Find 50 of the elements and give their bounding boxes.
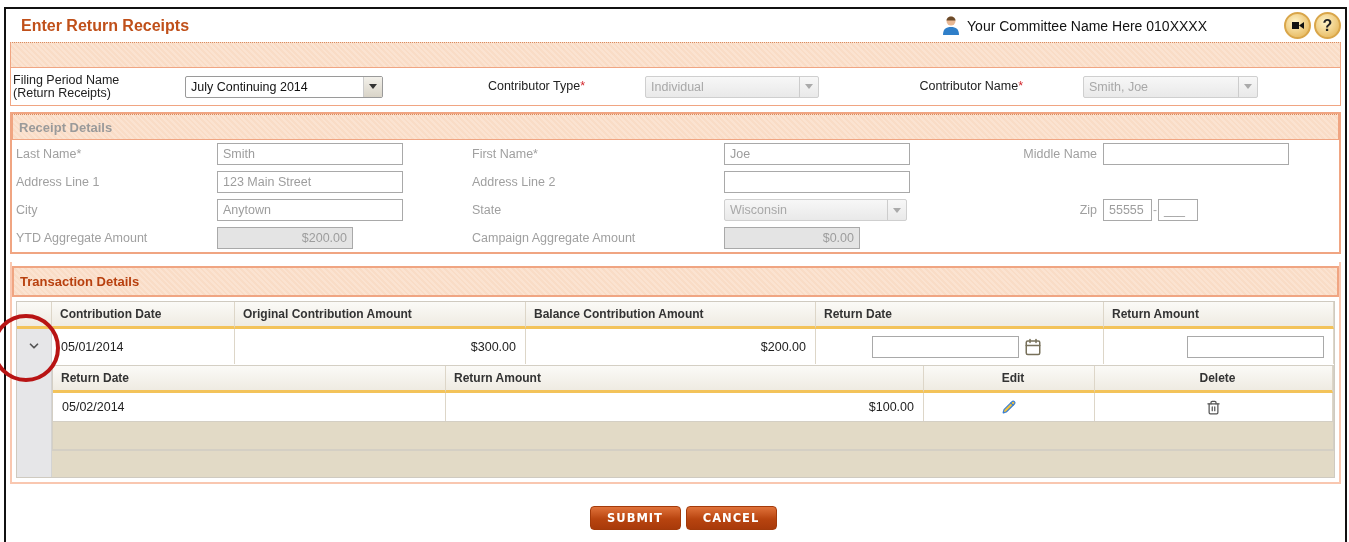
field-label: Contributor Type* — [486, 80, 586, 93]
field-label: Last Name* — [16, 147, 83, 161]
field-label: First Name* — [472, 147, 539, 161]
column-header: Return Amount — [446, 366, 924, 393]
page-title: Enter Return Receipts — [21, 16, 191, 35]
column-header: Return Amount — [1104, 302, 1334, 329]
committee-name: Your Committee Name Here 010XXXX — [967, 17, 1207, 34]
section-header: Transaction Details — [12, 266, 1339, 297]
field-label: Middle Name — [1022, 147, 1098, 161]
column-header: Return Date — [816, 302, 1104, 329]
column-header: Original Contribution Amount — [235, 302, 526, 329]
field-label: Zip — [1078, 203, 1098, 217]
dropdown-arrow-icon — [893, 207, 901, 213]
video-button[interactable] — [1284, 12, 1311, 39]
table-cell: $200.00 — [526, 329, 816, 364]
field-label: City — [16, 203, 39, 217]
amount-field[interactable] — [1187, 335, 1324, 358]
column-header: Return Date — [53, 366, 446, 393]
field-label: State — [472, 203, 503, 217]
date-field[interactable] — [872, 335, 1019, 358]
edit-icon[interactable] — [1002, 400, 1016, 414]
annotation-circle — [0, 314, 60, 382]
table-cell: $300.00 — [235, 329, 526, 364]
dropdown-field[interactable]: July Continuing 2014 — [185, 75, 383, 98]
column-header: Contribution Date — [52, 302, 235, 329]
field-label: Filing Period Name (Return Receipts) — [13, 73, 121, 100]
submit-button[interactable]: SUBMIT — [589, 506, 681, 530]
field-label: Address Line 2 — [472, 175, 557, 189]
expand-toggle[interactable] — [17, 329, 52, 477]
column-header: Balance Contribution Amount — [526, 302, 816, 329]
dropdown-arrow-icon — [369, 84, 377, 89]
field-label: Address Line 1 — [16, 175, 101, 189]
user-icon — [943, 16, 960, 35]
column-header: Delete — [1095, 366, 1333, 393]
calendar-icon[interactable] — [1024, 337, 1042, 356]
table-cell: 05/01/2014 — [52, 329, 235, 364]
dropdown-arrow-icon — [1244, 84, 1252, 89]
help-button[interactable]: ? — [1314, 12, 1341, 39]
text-field[interactable] — [1103, 143, 1289, 165]
zip-separator: - — [1153, 203, 1157, 217]
field-label: Contributor Name* — [918, 80, 1024, 93]
section-header: Receipt Details — [12, 114, 1339, 140]
column-header: Edit — [924, 366, 1095, 393]
cancel-button[interactable]: CANCEL — [685, 506, 777, 530]
text-field[interactable] — [724, 171, 910, 193]
video-camera-icon — [1291, 21, 1304, 30]
delete-icon[interactable] — [1206, 399, 1221, 415]
dropdown-arrow-icon — [805, 84, 813, 89]
field-label: Campaign Aggregate Amount — [472, 231, 637, 245]
field-label: YTD Aggregate Amount — [16, 231, 149, 245]
